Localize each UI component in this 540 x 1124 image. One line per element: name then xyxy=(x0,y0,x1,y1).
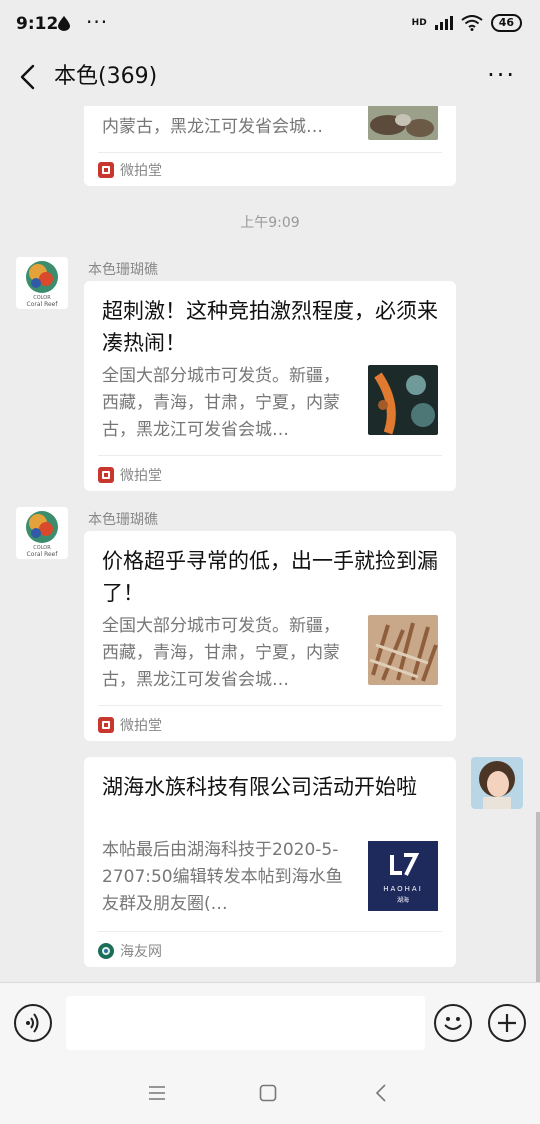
source-name: 海友网 xyxy=(120,944,162,960)
card-divider xyxy=(98,931,442,932)
voice-icon xyxy=(26,1013,39,1033)
system-navigation-bar xyxy=(0,1061,540,1124)
profile-photo-icon xyxy=(471,757,523,809)
card-divider xyxy=(98,152,442,153)
card-description: 全国大部分城市可发货。新疆，西藏，青海，甘肃，宁夏，内蒙古，黑龙江可发省会城… xyxy=(102,366,340,440)
wifi-icon xyxy=(461,15,483,31)
battery-icon: 46 xyxy=(490,14,522,32)
message-input[interactable] xyxy=(66,996,425,1050)
chat-header: 本色(369) ··· xyxy=(0,50,540,106)
card-title: 价格超乎寻常的低，出一手就捡到漏了！ xyxy=(102,549,438,605)
status-bar: 9:12 ··· HD 46 xyxy=(0,0,540,50)
card-title: 湖海水族科技有限公司活动开始啦 xyxy=(102,775,417,799)
link-card-partial[interactable]: 内蒙古，黑龙江可发省会城… 微拍堂 xyxy=(84,106,456,186)
voice-input-button[interactable] xyxy=(14,1004,52,1042)
card-description: 内蒙古，黑龙江可发省会城… xyxy=(102,117,323,137)
emoji-button[interactable] xyxy=(434,1004,472,1042)
haiyouwang-icon xyxy=(98,943,114,959)
card-thumbnail xyxy=(368,615,438,685)
plus-icon xyxy=(498,1014,516,1032)
link-card[interactable]: 超刺激！这种竞拍激烈程度，必须来凑热闹！ 全国大部分城市可发货。新疆，西藏，青海… xyxy=(84,281,456,491)
more-functions-button[interactable] xyxy=(488,1004,526,1042)
weipaitang-icon xyxy=(98,162,114,178)
input-bar xyxy=(0,982,540,1061)
signal-icon xyxy=(434,16,453,30)
weipaitang-icon xyxy=(98,717,114,733)
back-icon[interactable] xyxy=(374,1084,388,1102)
menu-icon[interactable] xyxy=(148,1085,166,1101)
source-name: 微拍堂 xyxy=(120,163,162,179)
haohai-mark-icon xyxy=(390,853,420,876)
hd-icon: HD xyxy=(411,17,427,28)
message-timestamp: 上午9:09 xyxy=(240,215,300,231)
source-name: 微拍堂 xyxy=(120,718,162,734)
home-icon[interactable] xyxy=(259,1084,277,1102)
sender-name: 本色珊瑚礁 xyxy=(88,262,158,278)
status-time: 9:12 xyxy=(16,14,59,34)
more-options-icon[interactable]: ··· xyxy=(487,61,516,89)
haohai-logo-text: 湖海 xyxy=(396,897,409,904)
weipaitang-icon xyxy=(98,467,114,483)
card-divider xyxy=(98,705,442,706)
drop-icon xyxy=(58,16,70,31)
avatar[interactable]: COLOR Coral Reef xyxy=(16,507,68,559)
card-source: 微拍堂 xyxy=(98,160,162,180)
link-card[interactable]: 价格超乎寻常的低，出一手就捡到漏了！ 全国大部分城市可发货。新疆，西藏，青海，甘… xyxy=(84,531,456,741)
card-description: 全国大部分城市可发货。新疆，西藏，青海，甘肃，宁夏，内蒙古，黑龙江可发省会城… xyxy=(102,616,340,690)
card-thumbnail: HAOHAI 湖海 xyxy=(368,841,438,911)
avatar-text-2: Coral Reef xyxy=(26,301,58,308)
card-description: 本帖最后由湖海科技于2020-5-2707:50编辑转发本帖到海水鱼友群及朋友圈… xyxy=(102,840,343,914)
card-divider xyxy=(98,455,442,456)
card-thumbnail xyxy=(368,365,438,435)
card-thumbnail xyxy=(368,106,438,140)
card-source: 微拍堂 xyxy=(98,465,162,485)
avatar-text-2: Coral Reef xyxy=(26,551,58,558)
status-icons: HD 46 xyxy=(412,14,522,32)
source-name: 微拍堂 xyxy=(120,468,162,484)
my-avatar[interactable] xyxy=(471,757,523,809)
message-list[interactable]: 内蒙古，黑龙江可发省会城… 微拍堂 上午9:09 COLOR Coral Ree… xyxy=(0,106,540,982)
sender-name: 本色珊瑚礁 xyxy=(88,512,158,528)
link-card[interactable]: 湖海水族科技有限公司活动开始啦 本帖最后由湖海科技于2020-5-2707:50… xyxy=(84,757,456,967)
haohai-logo-icon: HAOHAI xyxy=(383,885,423,893)
notification-dots: ··· xyxy=(86,10,109,34)
card-source: 微拍堂 xyxy=(98,715,162,735)
back-arrow-icon[interactable] xyxy=(14,62,44,92)
emoji-icon xyxy=(444,1017,462,1030)
chat-title: 本色(369) xyxy=(54,64,158,89)
card-source: 海友网 xyxy=(98,941,162,961)
card-title: 超刺激！这种竞拍激烈程度，必须来凑热闹！ xyxy=(102,299,438,355)
avatar[interactable]: COLOR Coral Reef xyxy=(16,257,68,309)
scrollbar[interactable] xyxy=(536,812,540,982)
